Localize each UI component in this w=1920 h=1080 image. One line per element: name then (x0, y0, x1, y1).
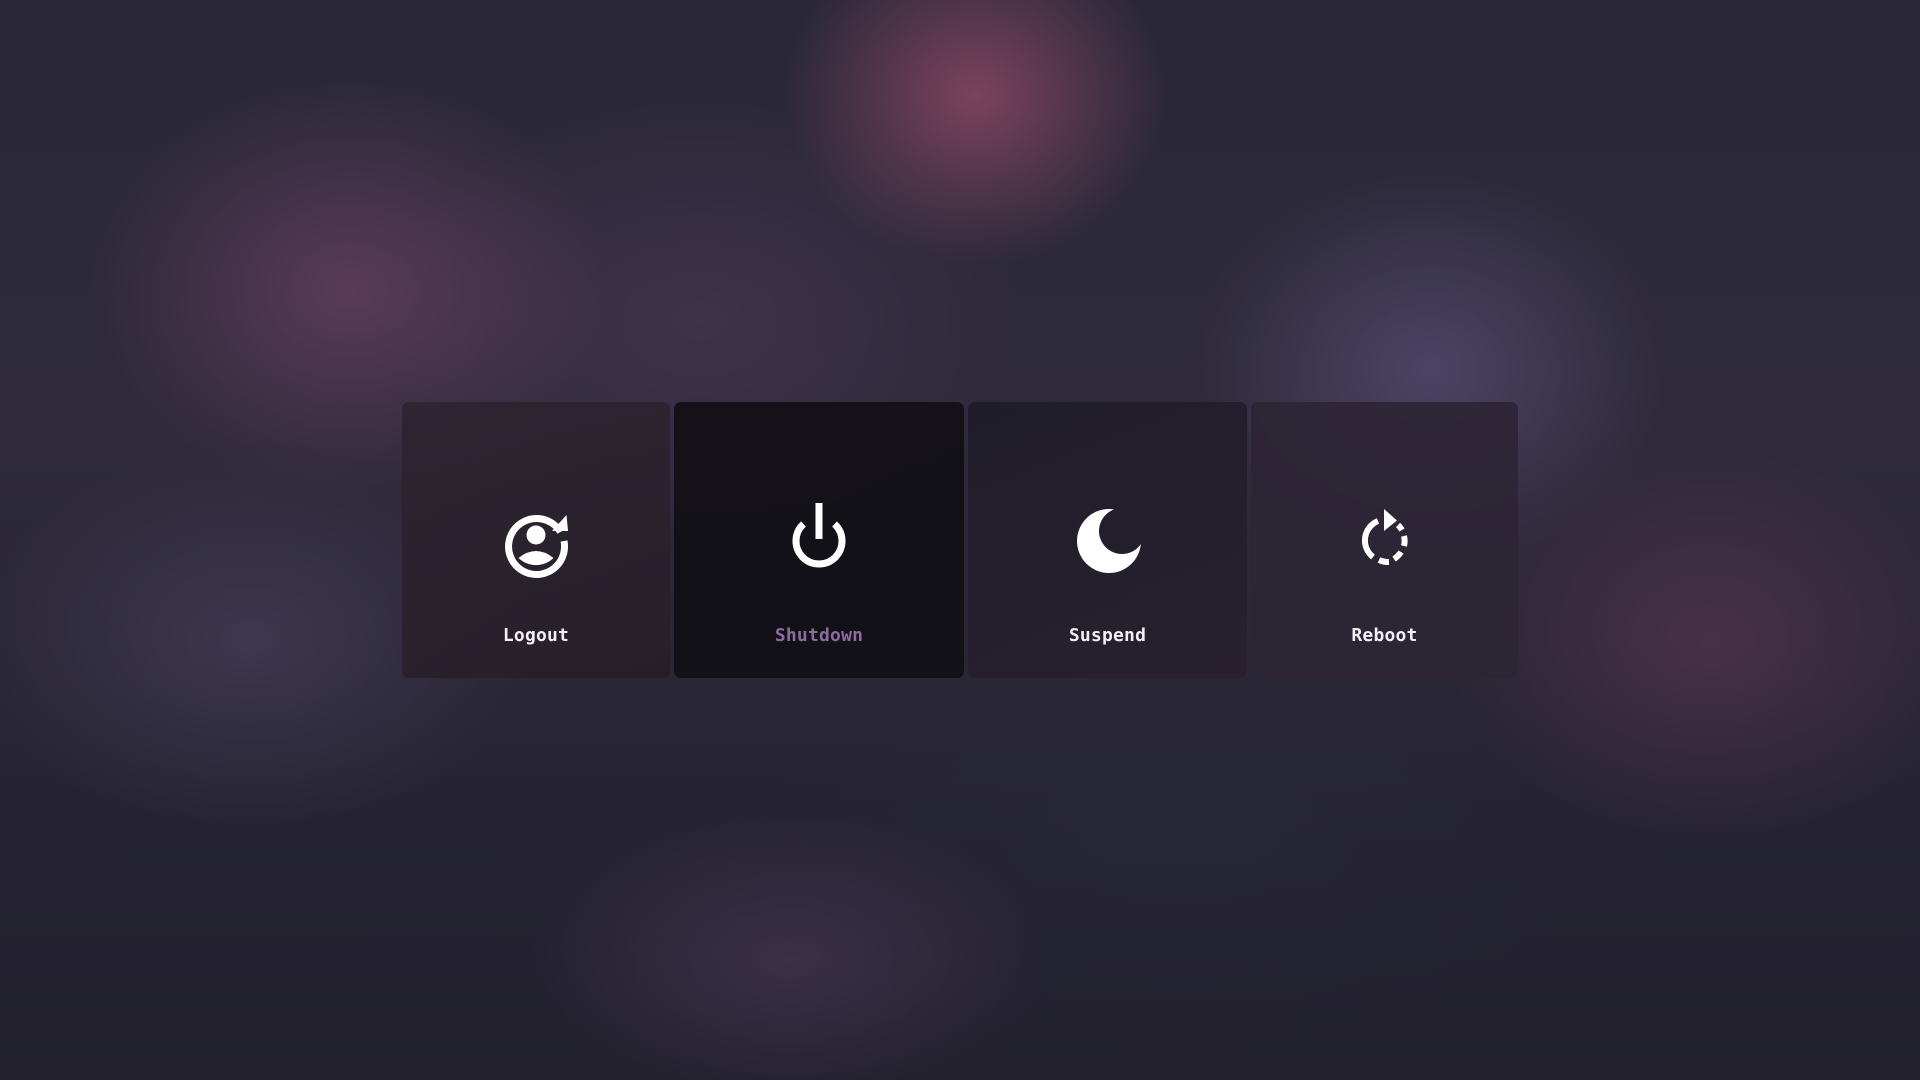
power-icon (777, 498, 861, 582)
moon-icon (1066, 498, 1150, 582)
reboot-button[interactable]: Reboot (1251, 402, 1518, 678)
power-menu: Logout Shutdown Suspend Reboot (402, 402, 1518, 678)
reboot-label: Reboot (1351, 625, 1418, 646)
logout-label: Logout (502, 625, 570, 646)
logout-button[interactable]: Logout (402, 402, 670, 678)
shutdown-label: Shutdown (774, 625, 864, 646)
shutdown-button[interactable]: Shutdown (674, 402, 964, 678)
reboot-icon (1343, 498, 1427, 582)
logout-icon (494, 498, 578, 582)
suspend-button[interactable]: Suspend (968, 402, 1247, 678)
suspend-label: Suspend (1068, 625, 1147, 646)
